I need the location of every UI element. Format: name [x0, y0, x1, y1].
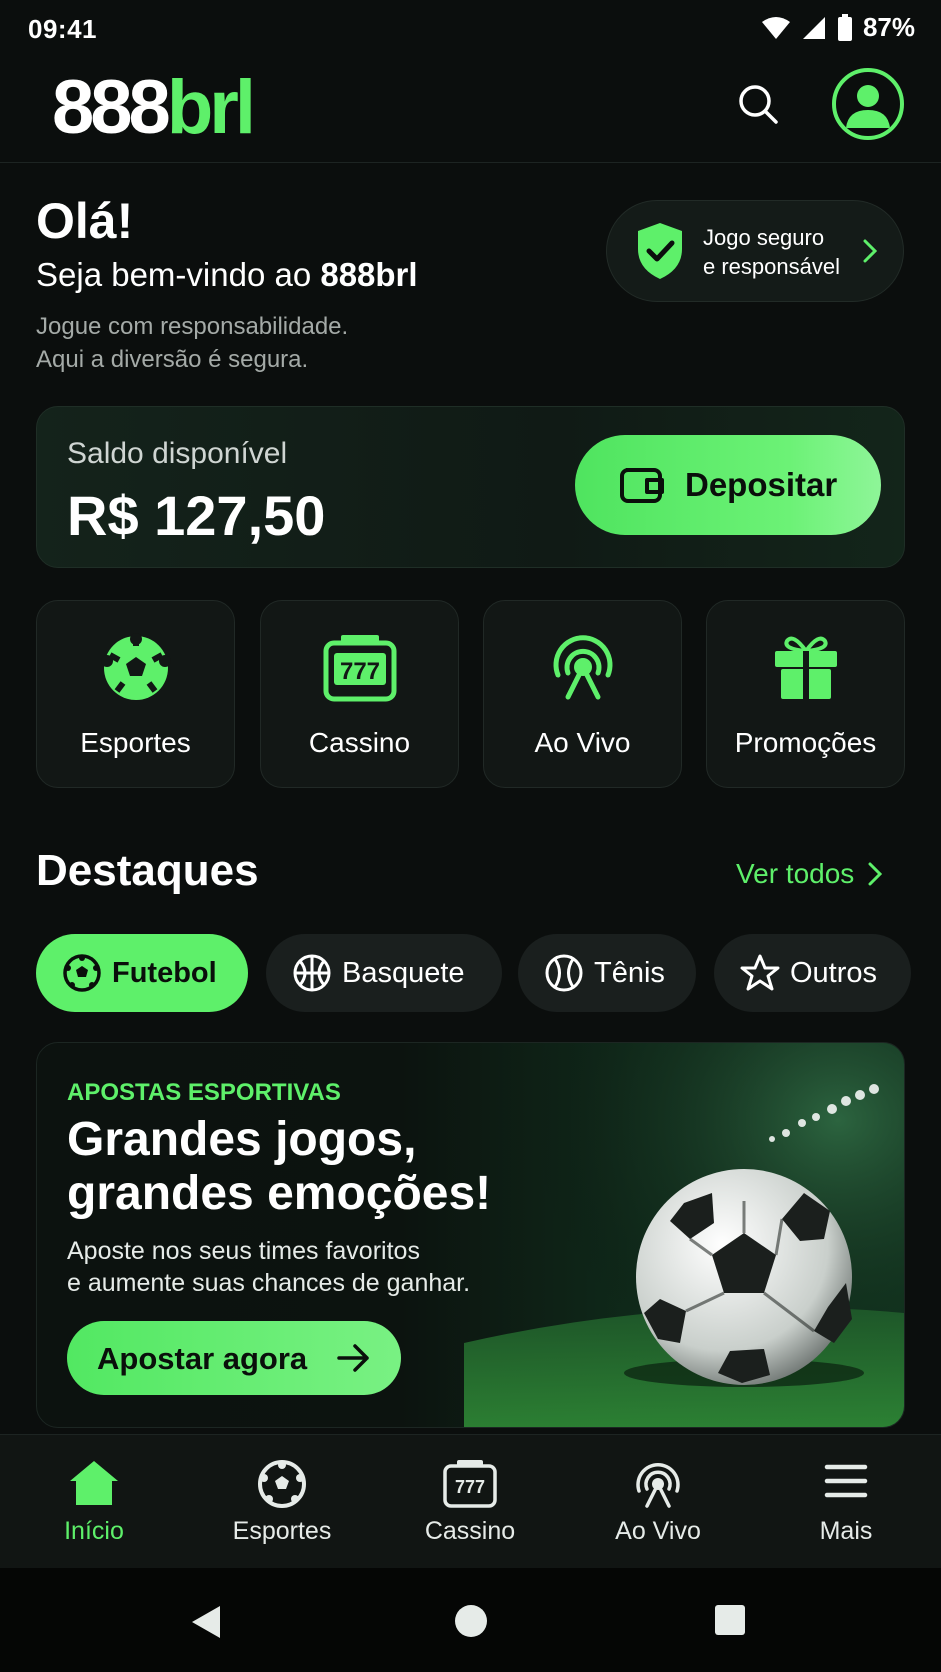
chevron-right-icon	[868, 862, 883, 886]
bet-now-label: Apostar agora	[97, 1341, 308, 1376]
nav-label: Mais	[819, 1517, 873, 1545]
nav-label: Ao Vivo	[615, 1517, 701, 1545]
nav-home[interactable]: Início	[0, 1435, 188, 1569]
search-icon[interactable]	[736, 82, 780, 126]
logo-accent-text: brl	[166, 65, 256, 150]
welcome-brand: 888brl	[320, 256, 418, 293]
slot-machine-icon: 777	[323, 635, 396, 702]
basketball-icon	[293, 954, 331, 992]
banner-headline-line-2: grandes emoções!	[67, 1167, 492, 1220]
chip-label: Futebol	[112, 956, 217, 989]
back-icon[interactable]	[190, 1604, 222, 1640]
slot-machine-icon: 777	[443, 1460, 497, 1508]
soccer-ball-icon	[100, 633, 171, 700]
signal-icon	[802, 16, 825, 39]
banner-text-line-2: e aumente suas chances de ganhar.	[67, 1269, 471, 1297]
banner-kicker: APOSTAS ESPORTIVAS	[67, 1079, 341, 1106]
banner-headline-line-1: Grandes jogos,	[67, 1113, 417, 1166]
shield-check-icon	[638, 223, 682, 279]
live-broadcast-icon	[553, 635, 612, 700]
menu-icon	[824, 1464, 868, 1498]
svg-text:777: 777	[455, 1477, 485, 1497]
status-time: 09:41	[28, 14, 97, 44]
deposit-button[interactable]: Depositar	[575, 435, 881, 535]
wifi-icon	[761, 16, 790, 39]
nav-sports[interactable]: Esportes	[188, 1435, 376, 1569]
bottom-navigation: Início Esportes 777 Cassino Ao Vivo Mais	[0, 1434, 941, 1569]
home-circle-icon[interactable]	[454, 1604, 488, 1638]
balance-label: Saldo disponível	[67, 437, 288, 470]
category-label: Promoções	[734, 727, 877, 758]
soccer-ball-field-image	[464, 1043, 904, 1427]
arrow-right-icon	[337, 1344, 369, 1372]
nav-label: Esportes	[232, 1517, 332, 1545]
category-label: Ao Vivo	[534, 727, 631, 758]
battery-icon	[837, 13, 852, 41]
chip-basquete[interactable]: Basquete	[266, 934, 502, 1012]
gift-icon	[774, 636, 837, 699]
nav-live[interactable]: Ao Vivo	[564, 1435, 752, 1569]
safe-gaming-badge[interactable]: Jogo seguro e responsável	[606, 200, 904, 302]
nav-more[interactable]: Mais	[752, 1435, 940, 1569]
brand-logo[interactable]: 888brl	[52, 65, 256, 150]
balance-value: R$ 127,50	[67, 484, 326, 547]
recents-icon[interactable]	[714, 1604, 746, 1636]
chip-tenis[interactable]: Tênis	[518, 934, 696, 1012]
star-icon	[740, 954, 780, 991]
chevron-right-icon	[863, 239, 877, 263]
category-label: Esportes	[80, 727, 191, 758]
nav-casino[interactable]: 777 Cassino	[376, 1435, 564, 1569]
soccer-ball-icon	[63, 954, 101, 992]
category-sports[interactable]: Esportes	[36, 600, 235, 788]
category-label: Cassino	[308, 727, 411, 758]
status-icons: 87%	[761, 12, 915, 43]
app-header: 888brl	[0, 56, 941, 163]
welcome-prefix: Seja bem-vindo ao	[36, 256, 321, 293]
welcome-text: Seja bem-vindo ao 888brl	[36, 256, 418, 294]
live-broadcast-icon	[636, 1463, 680, 1508]
nav-label: Cassino	[424, 1517, 516, 1545]
logo-main-text: 888	[52, 65, 171, 150]
category-live[interactable]: Ao Vivo	[483, 600, 682, 788]
wallet-icon	[620, 468, 664, 503]
chip-outros[interactable]: Outros	[714, 934, 911, 1012]
safe-badge-line-2: e responsável	[703, 254, 840, 279]
home-icon	[70, 1461, 118, 1505]
banner-headline: Grandes jogos, grandes emoções!	[67, 1113, 587, 1221]
category-casino[interactable]: 777 Cassino	[260, 600, 459, 788]
chip-label: Tênis	[594, 956, 665, 989]
status-bar: 09:41 87%	[0, 0, 941, 56]
responsible-line-2: Aqui a diversão é segura.	[36, 346, 309, 373]
balance-card: Saldo disponível R$ 127,50 Depositar	[36, 406, 905, 568]
deposit-label: Depositar	[685, 466, 838, 503]
battery-percent: 87%	[862, 12, 915, 42]
safe-badge-line-1: Jogo seguro	[703, 225, 825, 250]
chip-futebol[interactable]: Futebol	[36, 934, 248, 1012]
soccer-ball-icon	[258, 1460, 306, 1508]
see-all-link[interactable]: Ver todos	[736, 858, 883, 890]
svg-text:777: 777	[339, 658, 379, 685]
chip-label: Outros	[790, 956, 878, 989]
user-icon	[846, 85, 890, 128]
system-navigation-bar	[0, 1568, 941, 1672]
highlights-title: Destaques	[36, 846, 259, 895]
category-promotions[interactable]: Promoções	[706, 600, 905, 788]
profile-avatar-button[interactable]	[832, 68, 904, 140]
promo-banner[interactable]: APOSTAS ESPORTIVAS Grandes jogos, grandes…	[36, 1042, 905, 1428]
tennis-ball-icon	[545, 954, 583, 992]
bet-now-button[interactable]: Apostar agora	[67, 1321, 401, 1395]
chip-label: Basquete	[342, 956, 465, 989]
see-all-label: Ver todos	[736, 858, 855, 889]
nav-label: Início	[64, 1517, 124, 1545]
responsible-line-1: Jogue com responsabilidade.	[36, 313, 349, 340]
greeting-title: Olá!	[36, 193, 134, 249]
banner-text-line-1: Aposte nos seus times favoritos	[67, 1237, 420, 1265]
